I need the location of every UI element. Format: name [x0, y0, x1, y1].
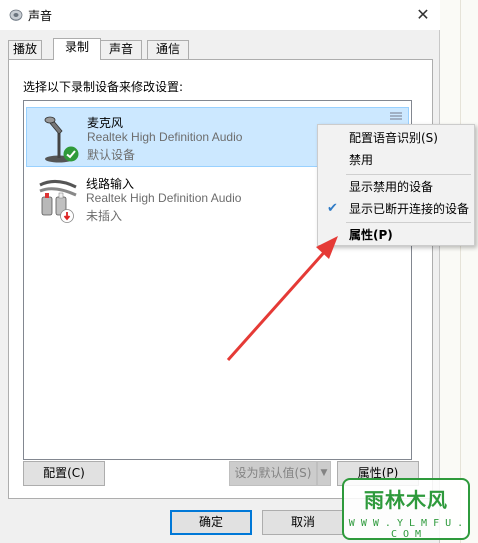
watermark-text: 雨林木风: [364, 488, 448, 512]
instruction-text: 选择以下录制设备来修改设置:: [23, 80, 184, 94]
background-line: [460, 0, 461, 543]
menu-item-properties[interactable]: 属性(P): [319, 224, 474, 246]
menu-item-configure-speech[interactable]: 配置语音识别(S): [319, 127, 474, 149]
configure-button[interactable]: 配置(C): [23, 461, 105, 486]
window-title: 声音: [28, 9, 53, 23]
menu-separator: [346, 222, 471, 223]
watermark-url: W W W . Y L M F U . C O M: [348, 518, 464, 540]
menu-item-show-disconnected[interactable]: ✔ 显示已断开连接的设备: [319, 198, 474, 220]
background-right: [440, 0, 478, 543]
ok-button[interactable]: 确定: [170, 510, 252, 535]
menu-separator: [346, 174, 471, 175]
checkmark-icon: ✔: [327, 201, 338, 216]
speaker-icon: [9, 9, 23, 21]
red-down-arrow-icon: [60, 209, 74, 223]
device-name: 线路输入: [86, 177, 135, 191]
green-check-icon: [63, 146, 79, 162]
tab-recording[interactable]: 录制: [53, 38, 101, 60]
device-status: 默认设备: [87, 148, 136, 162]
device-name: 麦克风: [87, 116, 124, 130]
close-icon[interactable]: ✕: [412, 4, 434, 26]
tab-playback[interactable]: 播放: [8, 40, 42, 59]
cancel-button[interactable]: 取消: [262, 510, 344, 535]
tab-communications[interactable]: 通信: [147, 40, 189, 59]
device-status: 未插入: [86, 209, 123, 223]
level-meter-icon: [390, 112, 402, 124]
context-menu: 配置语音识别(S) 禁用 显示禁用的设备 ✔ 显示已断开连接的设备 属性(P): [317, 124, 475, 246]
menu-item-label: 显示已断开连接的设备: [349, 202, 470, 216]
title-bar[interactable]: 声音 ✕: [0, 0, 440, 30]
device-driver: Realtek High Definition Audio: [87, 130, 243, 144]
watermark-logo: 雨林木风 W W W . Y L M F U . C O M: [342, 478, 470, 540]
menu-item-disable[interactable]: 禁用: [319, 149, 474, 171]
set-default-dropdown-icon[interactable]: ▼: [317, 461, 331, 486]
tab-sounds[interactable]: 声音: [100, 40, 142, 59]
set-default-button[interactable]: 设为默认值(S): [229, 461, 317, 486]
menu-item-show-disabled[interactable]: 显示禁用的设备: [319, 176, 474, 198]
sound-dialog: 声音 ✕ 播放 录制 声音 通信 选择以下录制设备来修改设置: 麦克风 Real…: [0, 0, 440, 543]
device-driver: Realtek High Definition Audio: [86, 191, 242, 205]
